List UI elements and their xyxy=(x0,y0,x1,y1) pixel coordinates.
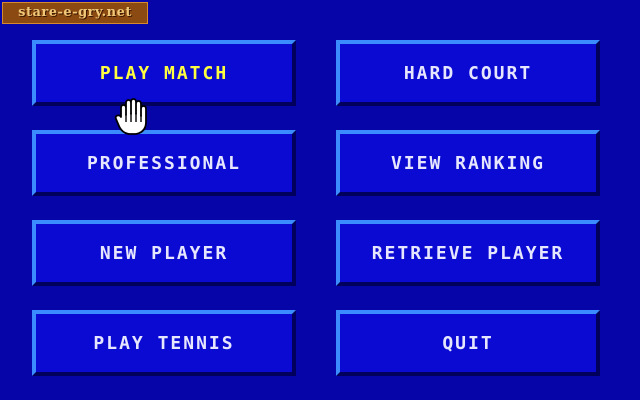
quit-button[interactable]: QUIT xyxy=(336,310,600,376)
hand-pointer-icon xyxy=(114,98,147,135)
hard-court-button[interactable]: HARD COURT xyxy=(336,40,600,106)
hard-court-label: HARD COURT xyxy=(403,62,533,84)
new-player-button[interactable]: NEW PLAYER xyxy=(32,220,296,286)
play-match-button[interactable]: PLAY MATCH xyxy=(32,40,296,106)
quit-label: QUIT xyxy=(442,332,494,354)
professional-button[interactable]: PROFESSIONAL xyxy=(32,130,296,196)
play-tennis-label: PLAY TENNIS xyxy=(93,332,235,354)
retrieve-player-button[interactable]: RETRIEVE PLAYER xyxy=(336,220,600,286)
retrieve-player-label: RETRIEVE PLAYER xyxy=(371,242,565,264)
watermark-text: stare-e-gry.net xyxy=(18,5,132,20)
play-tennis-button[interactable]: PLAY TENNIS xyxy=(32,310,296,376)
play-match-label: PLAY MATCH xyxy=(99,62,229,84)
view-ranking-label: VIEW RANKING xyxy=(390,152,546,174)
view-ranking-button[interactable]: VIEW RANKING xyxy=(336,130,600,196)
professional-label: PROFESSIONAL xyxy=(86,152,242,174)
watermark-logo: stare-e-gry.net xyxy=(2,2,148,24)
new-player-label: NEW PLAYER xyxy=(99,242,229,264)
